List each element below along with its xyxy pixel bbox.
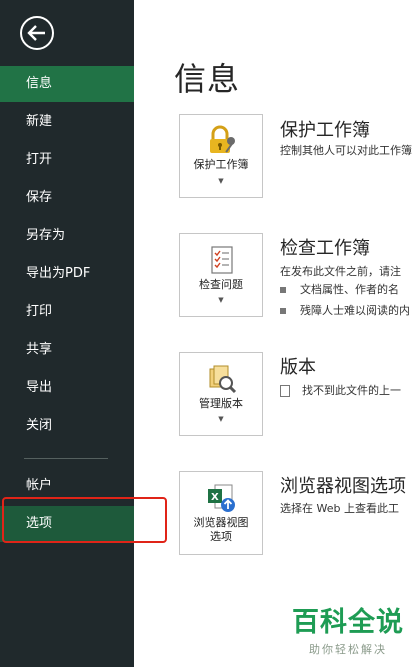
nav-item-save[interactable]: 保存 xyxy=(0,180,134,216)
sidebar-divider xyxy=(24,458,108,459)
versions-title: 版本 xyxy=(280,357,316,378)
browser-view-label-line2: 选项 xyxy=(210,530,232,543)
bullet-square-icon xyxy=(280,287,286,293)
back-button[interactable] xyxy=(20,16,54,50)
protect-workbook-desc: 控制其他人可以对此工作簿 xyxy=(280,144,412,157)
protect-workbook-button[interactable]: 保护工作簿 ▼ xyxy=(179,114,263,198)
protect-workbook-title: 保护工作簿 xyxy=(280,120,370,141)
check-issues-label: 检查问题 xyxy=(199,278,243,291)
page-title: 信息 xyxy=(174,60,241,98)
manage-versions-label: 管理版本 xyxy=(199,397,243,410)
nav-item-open[interactable]: 打开 xyxy=(0,142,134,178)
chevron-down-icon: ▼ xyxy=(218,415,224,423)
nav-item-share[interactable]: 共享 xyxy=(0,332,134,368)
document-icon xyxy=(280,385,290,397)
watermark: 百科全说 助你轻松解决 xyxy=(292,600,404,657)
nav-item-info[interactable]: 信息 xyxy=(0,66,134,102)
lock-key-icon xyxy=(206,125,238,161)
checklist-icon xyxy=(206,244,238,280)
manage-versions-button[interactable]: 管理版本 ▼ xyxy=(179,352,263,436)
watermark-subtitle: 助你轻松解决 xyxy=(309,643,387,656)
nav-item-export-pdf[interactable]: 导出为PDF xyxy=(0,256,134,292)
inspect-workbook-desc: 在发布此文件之前，请注 xyxy=(280,265,401,278)
versions-desc: 找不到此文件的上一 xyxy=(302,384,401,397)
nav-item-close[interactable]: 关闭 xyxy=(0,408,134,444)
inspect-bullet-text: 文档属性、作者的名 xyxy=(300,283,399,296)
bullet-square-icon xyxy=(280,308,286,314)
back-arrow-icon xyxy=(27,25,45,41)
chevron-down-icon: ▼ xyxy=(218,177,224,185)
inspect-bullet-item: 残障人士难以阅读的内 xyxy=(280,302,410,318)
browser-view-desc: 选择在 Web 上查看此工 xyxy=(280,502,399,515)
inspect-workbook-title: 检查工作簿 xyxy=(280,238,370,259)
browser-view-label-line1: 浏览器视图 xyxy=(193,516,249,529)
browser-view-options-button[interactable]: X 浏览器视图 选项 xyxy=(179,471,263,555)
versions-magnifier-icon xyxy=(206,363,238,399)
svg-text:X: X xyxy=(211,492,219,503)
excel-web-icon: X xyxy=(206,482,238,518)
browser-view-title: 浏览器视图选项 xyxy=(280,476,406,497)
nav-item-export[interactable]: 导出 xyxy=(0,370,134,406)
chevron-down-icon: ▼ xyxy=(218,296,224,304)
watermark-title: 百科全说 xyxy=(292,607,404,638)
versions-desc-row: 找不到此文件的上一 xyxy=(280,382,401,398)
inspect-bullet-text: 残障人士难以阅读的内 xyxy=(300,304,410,317)
backstage-sidebar: 信息 新建 打开 保存 另存为 导出为PDF 打印 共享 导出 关闭 帐户 选项 xyxy=(0,0,134,667)
nav-item-print[interactable]: 打印 xyxy=(0,294,134,330)
check-issues-button[interactable]: 检查问题 ▼ xyxy=(179,233,263,317)
info-panel: 信息 保护工作簿 ▼ 保护工作簿 控制其他人可以对此工作簿 检查问题 ▼ 检查工… xyxy=(134,0,416,667)
nav-item-save-as[interactable]: 另存为 xyxy=(0,218,134,254)
protect-workbook-label: 保护工作簿 xyxy=(193,158,249,171)
inspect-bullet-item: 文档属性、作者的名 xyxy=(280,281,399,297)
nav-item-new[interactable]: 新建 xyxy=(0,104,134,140)
